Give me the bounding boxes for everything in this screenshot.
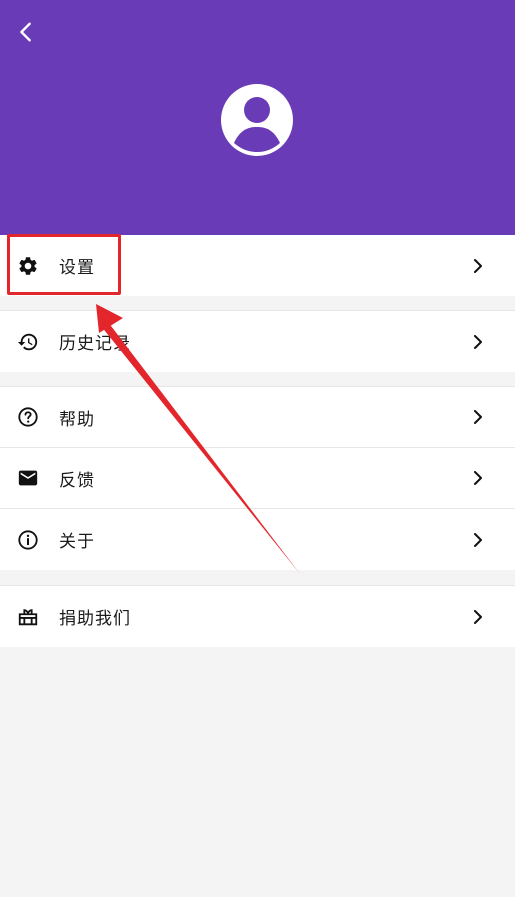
menu-item-about[interactable]: 关于 xyxy=(0,509,515,570)
menu-group-3: 帮助 反馈 关于 xyxy=(0,386,515,570)
profile-screen: 设置 历史记录 帮助 反馈 关于 捐助我们 xyxy=(0,0,515,897)
menu-item-label: 设置 xyxy=(59,258,95,278)
chevron-right-icon xyxy=(471,609,485,624)
chevron-right-icon xyxy=(471,532,485,547)
mail-icon xyxy=(16,466,40,490)
profile-header xyxy=(0,0,515,235)
info-icon xyxy=(16,528,40,552)
menu-item-feedback[interactable]: 反馈 xyxy=(0,448,515,509)
gift-icon xyxy=(16,605,40,629)
help-circle-icon xyxy=(16,405,40,429)
back-button[interactable] xyxy=(8,14,44,50)
menu-item-label: 历史记录 xyxy=(59,334,131,354)
chevron-right-icon xyxy=(471,471,485,485)
history-icon xyxy=(16,330,40,354)
menu-item-help[interactable]: 帮助 xyxy=(0,387,515,448)
chevron-right-icon xyxy=(471,410,485,424)
gear-icon xyxy=(16,254,40,278)
chevron-left-icon xyxy=(20,22,31,42)
menu-item-label: 反馈 xyxy=(59,470,95,491)
chevron-right-icon xyxy=(471,334,485,349)
chevron-right-icon xyxy=(471,258,485,273)
menu-item-history[interactable]: 历史记录 xyxy=(0,311,515,372)
menu-item-label: 关于 xyxy=(59,532,95,552)
menu-item-donate[interactable]: 捐助我们 xyxy=(0,586,515,647)
menu-group-2: 历史记录 xyxy=(0,310,515,372)
menu-group-1: 设置 xyxy=(0,235,515,296)
menu-item-label: 捐助我们 xyxy=(59,609,131,629)
menu-item-label: 帮助 xyxy=(59,409,95,430)
avatar[interactable] xyxy=(221,84,293,156)
menu-item-settings[interactable]: 设置 xyxy=(0,235,515,296)
menu-group-4: 捐助我们 xyxy=(0,585,515,647)
account-circle-icon xyxy=(221,84,293,156)
